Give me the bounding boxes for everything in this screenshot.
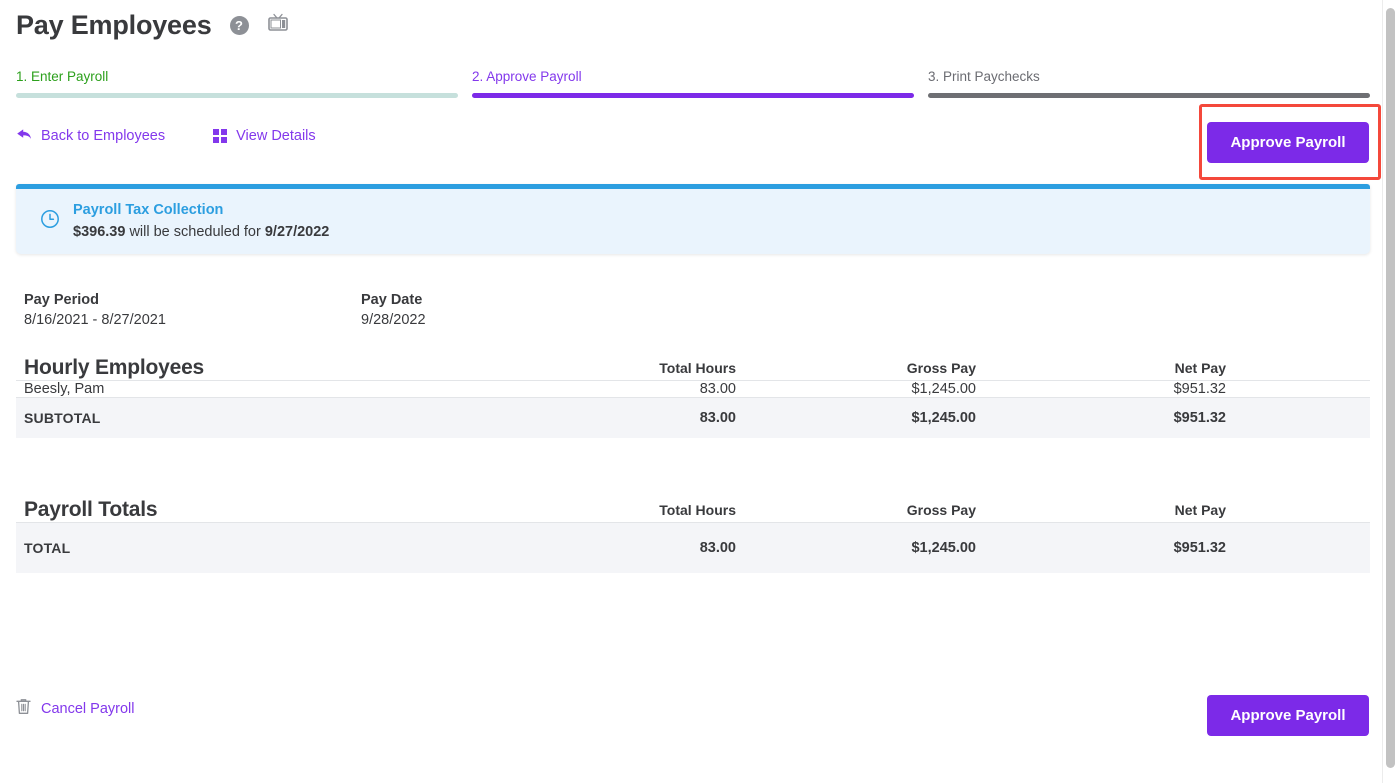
table-header: Payroll Totals Total Hours Gross Pay Net… (16, 498, 1370, 523)
payroll-totals-section: Payroll Totals Total Hours Gross Pay Net… (16, 498, 1370, 573)
banner-text: Payroll Tax Collection $396.39 will be s… (73, 201, 329, 242)
step-progress-bar (16, 93, 458, 98)
step-label: 1. Enter Payroll (16, 69, 109, 84)
trash-icon (16, 698, 31, 719)
table-body: Beesly, Pam 83.00 $1,245.00 $951.32 SUBT… (16, 380, 1370, 438)
pay-date-block: Pay Date 9/28/2022 (361, 291, 698, 330)
cancel-payroll-label: Cancel Payroll (41, 700, 135, 717)
approve-payroll-button-top[interactable]: Approve Payroll (1207, 122, 1369, 163)
row-spacer (1226, 522, 1370, 573)
table-header-row: Payroll Totals Total Hours Gross Pay Net… (16, 498, 1370, 523)
column-header-gross-pay: Gross Pay (906, 360, 976, 376)
payroll-totals-table: Payroll Totals Total Hours Gross Pay Net… (16, 498, 1370, 573)
clock-icon (40, 209, 60, 234)
subtotal-label: SUBTOTAL (16, 397, 496, 438)
help-circle-icon[interactable]: ? (229, 15, 249, 35)
back-to-employees-button[interactable]: Back to Employees (16, 128, 165, 145)
banner-date: 9/27/2022 (264, 224, 330, 240)
pay-date-label: Pay Date (361, 292, 423, 308)
employee-net-pay: $951.32 (976, 380, 1226, 398)
hourly-employees-section: Hourly Employees Total Hours Gross Pay N… (16, 356, 1370, 438)
payroll-steps: 1. Enter Payroll 2. Approve Payroll 3. P… (16, 68, 1370, 98)
table-body: TOTAL 83.00 $1,245.00 $951.32 (16, 522, 1370, 573)
tutorial-video-icon[interactable] (267, 13, 289, 38)
column-header-net-pay: Net Pay (1174, 360, 1226, 376)
step-label: 2. Approve Payroll (472, 69, 582, 84)
subtotal-gross-pay: $1,245.00 (736, 397, 976, 438)
grid-icon (213, 129, 228, 143)
pay-date-value: 9/28/2022 (361, 312, 426, 328)
step-print-paychecks[interactable]: 3. Print Paychecks (928, 68, 1370, 98)
table-header: Hourly Employees Total Hours Gross Pay N… (16, 356, 1370, 381)
column-header-net-pay: Net Pay (1174, 502, 1226, 518)
total-gross-pay: $1,245.00 (736, 522, 976, 573)
vertical-scrollbar-thumb[interactable] (1386, 8, 1395, 768)
subtotal-net-pay: $951.32 (976, 397, 1226, 438)
page-title: Pay Employees (16, 10, 212, 40)
total-label: TOTAL (16, 522, 496, 573)
view-details-button[interactable]: View Details (213, 128, 316, 144)
pay-employees-screen: Pay Employees ? 1. Enter Payroll 2. Appr… (0, 0, 1397, 783)
column-header-spacer (1226, 498, 1370, 523)
pay-period-label: Pay Period (24, 292, 99, 308)
pay-period-block: Pay Period 8/16/2021 - 8/27/2021 (24, 291, 361, 330)
total-total-hours: 83.00 (496, 522, 736, 573)
banner-amount: $396.39 (73, 224, 126, 240)
banner-title: Payroll Tax Collection (73, 202, 224, 218)
hourly-employees-title: Hourly Employees (24, 356, 205, 379)
cancel-payroll-button[interactable]: Cancel Payroll (16, 698, 135, 719)
banner-subtitle: $396.39 will be scheduled for 9/27/2022 (73, 224, 329, 240)
employee-name: Beesly, Pam (16, 380, 496, 398)
subtotal-row: SUBTOTAL 83.00 $1,245.00 $951.32 (16, 397, 1370, 438)
banner-middle-text: will be scheduled for (125, 224, 265, 240)
employee-gross-pay: $1,245.00 (736, 380, 976, 398)
payroll-tax-collection-banner: Payroll Tax Collection $396.39 will be s… (16, 184, 1370, 254)
row-spacer (1226, 380, 1370, 398)
subtotal-total-hours: 83.00 (496, 397, 736, 438)
table-row[interactable]: Beesly, Pam 83.00 $1,245.00 $951.32 (16, 380, 1370, 398)
employee-total-hours: 83.00 (496, 380, 736, 398)
column-header-spacer (1226, 356, 1370, 381)
back-to-employees-label: Back to Employees (41, 128, 166, 144)
view-details-label: View Details (236, 128, 316, 144)
step-progress-bar (472, 93, 914, 98)
column-header-total-hours: Total Hours (659, 502, 736, 518)
pay-period-value: 8/16/2021 - 8/27/2021 (24, 312, 166, 328)
pay-info: Pay Period 8/16/2021 - 8/27/2021 Pay Dat… (24, 291, 698, 330)
step-enter-payroll[interactable]: 1. Enter Payroll (16, 68, 458, 98)
back-arrow-icon (16, 128, 32, 145)
column-header-gross-pay: Gross Pay (906, 502, 976, 518)
payroll-totals-title: Payroll Totals (24, 498, 158, 521)
total-net-pay: $951.32 (976, 522, 1226, 573)
page-header: Pay Employees ? (16, 8, 289, 42)
row-spacer (1226, 397, 1370, 438)
footer-actions: Cancel Payroll Approve Payroll (16, 695, 1370, 745)
action-bar: Back to Employees View Details (16, 124, 1370, 148)
vertical-scrollbar-track[interactable] (1382, 0, 1397, 783)
total-row: TOTAL 83.00 $1,245.00 $951.32 (16, 522, 1370, 573)
table-header-row: Hourly Employees Total Hours Gross Pay N… (16, 356, 1370, 381)
step-label: 3. Print Paychecks (928, 69, 1040, 84)
step-progress-bar (928, 93, 1370, 98)
approve-payroll-button-bottom[interactable]: Approve Payroll (1207, 695, 1369, 736)
hourly-employees-table: Hourly Employees Total Hours Gross Pay N… (16, 356, 1370, 438)
step-approve-payroll[interactable]: 2. Approve Payroll (472, 68, 914, 98)
column-header-total-hours: Total Hours (659, 360, 736, 376)
